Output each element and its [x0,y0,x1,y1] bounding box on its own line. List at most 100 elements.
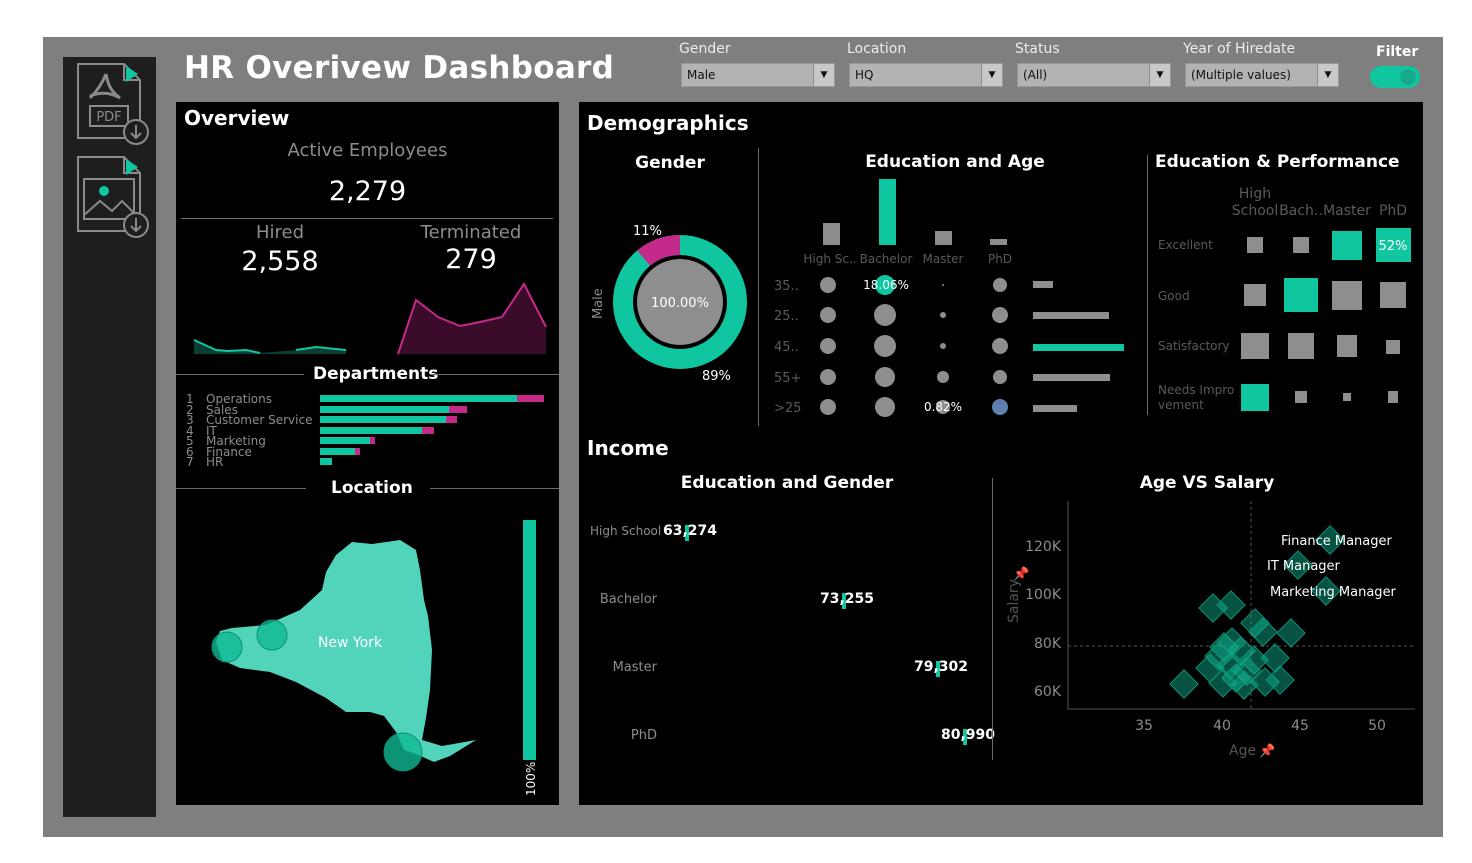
y-tick-label: 60K [1034,684,1062,700]
perf-cell[interactable] [1295,391,1307,403]
year-filter-label: Year of Hiredate [1183,41,1296,57]
age-edu-dot[interactable] [992,399,1008,415]
perf-cell[interactable] [1244,284,1266,306]
location-bubble[interactable] [256,619,288,651]
edu-perf-col-label: Master [1323,203,1371,219]
age-salary-heading: Age VS Salary [1139,473,1275,493]
gender-heading: Gender [635,153,705,173]
gender-filter-select[interactable]: Male ▼ [681,63,835,87]
dept-terminated-bar[interactable] [421,426,435,434]
x-tick-label: 45 [1291,718,1309,734]
age-edu-dot[interactable] [874,335,896,357]
age-edu-dot[interactable] [992,307,1008,323]
perf-cell[interactable] [1332,231,1362,260]
donut-minor-label: 11% [633,224,662,239]
edu-age-col-label: PhD [988,252,1012,266]
age-row-bar[interactable] [1033,344,1124,351]
perf-cell[interactable] [1343,393,1351,401]
age-edu-dot[interactable] [820,307,836,323]
dept-terminated-bar[interactable] [369,437,375,444]
edu-perf-row-label: vement [1158,398,1204,412]
edu-perf-row-label: Needs Impro [1158,383,1234,397]
age-edu-dot[interactable] [993,370,1007,384]
year-filter-select[interactable]: (Multiple values) ▼ [1185,63,1339,87]
perf-cell[interactable] [1380,282,1406,308]
edu-col-bar[interactable] [990,239,1007,245]
divider [430,488,559,489]
gender-filter-value: Male [687,68,716,82]
scatter-point[interactable] [1216,590,1246,620]
perf-cell[interactable] [1386,340,1400,354]
age-row-bar[interactable] [1033,312,1109,319]
dept-terminated-bar[interactable] [449,405,468,413]
perf-cell[interactable] [1388,391,1398,403]
edu-perf-col-label: School [1232,203,1278,219]
age-edu-dot[interactable] [993,278,1007,292]
age-row-bar[interactable] [1033,405,1077,412]
age-edu-dot[interactable] [820,277,836,293]
location-bubble[interactable] [383,732,423,772]
perf-cell[interactable] [1337,335,1357,357]
gender-filter-label: Gender [679,41,731,57]
filter-toggle[interactable] [1370,66,1420,88]
y-tick-label: 80K [1034,636,1062,652]
status-filter-select[interactable]: (All) ▼ [1017,63,1171,87]
divider [176,374,304,375]
perf-cell[interactable] [1241,333,1269,359]
pdf-download-icon[interactable]: PDF [76,62,150,148]
new-york-state-shape [216,540,476,762]
edu-col-bar[interactable] [823,223,840,245]
edu-age-row-label: >25 [774,401,801,416]
dept-hired-bar[interactable] [320,447,355,455]
x-tick-label: 50 [1368,718,1386,734]
scatter-point[interactable] [1276,618,1306,648]
dept-terminated-bar[interactable] [354,447,360,455]
perf-cell[interactable] [1293,237,1309,253]
active-employees-value: 2,279 [328,176,407,207]
edu-perf-col-label: High [1239,186,1271,202]
annotation-it-manager: IT Manager [1267,559,1341,574]
image-download-icon[interactable] [76,155,150,241]
age-edu-dot[interactable] [820,369,836,385]
age-edu-dot[interactable] [942,284,944,286]
age-row-bar[interactable] [1033,281,1053,288]
age-edu-dot[interactable] [820,399,836,415]
dept-hired-bar[interactable] [320,437,370,444]
dept-terminated-bar[interactable] [446,416,458,423]
edu-col-bar[interactable] [935,231,952,245]
location-bubble[interactable] [211,631,243,663]
perf-cell[interactable] [1241,384,1269,411]
age-edu-dot[interactable] [992,338,1008,354]
age-edu-dot[interactable] [875,367,895,387]
age-edu-dot[interactable] [937,371,949,383]
edu-col-bar[interactable] [879,179,896,245]
perf-cell[interactable] [1284,278,1318,312]
age-salary-scatter: 35 40 45 50 120K 100K 80K 60K Salary 📌 Age 📌 Fi… [1006,501,1415,759]
perf-cell[interactable] [1288,333,1314,359]
scatter-point[interactable] [1169,669,1199,699]
edu-gender-row-label: PhD [630,728,657,743]
age-edu-dot[interactable] [940,312,946,318]
location-map: New York 100% [211,520,538,796]
dept-hired-bar[interactable] [320,416,447,423]
age-edu-dot[interactable] [940,343,946,349]
terminated-sparkline [398,284,546,354]
dept-hired-bar[interactable] [320,426,422,434]
perf-cell[interactable] [1332,281,1362,310]
location-share-bar [523,520,536,760]
location-filter-select[interactable]: HQ ▼ [849,63,1003,87]
dept-hired-bar[interactable] [320,458,332,465]
edu-gender-value: 73,255 [820,591,875,607]
divider [758,148,759,426]
dept-hired-bar[interactable] [320,395,518,402]
age-edu-dot[interactable] [820,338,836,354]
age-row-bar[interactable] [1033,374,1110,381]
age-edu-dot[interactable] [874,304,896,326]
scatter-points [1169,525,1345,700]
edu-perf-row-label: Satisfactory [1158,339,1230,353]
perf-cell[interactable] [1247,237,1263,253]
age-edu-dot[interactable] [875,397,895,417]
svg-text:PDF: PDF [96,110,121,125]
dept-terminated-bar[interactable] [517,395,544,402]
dept-hired-bar[interactable] [320,405,450,413]
